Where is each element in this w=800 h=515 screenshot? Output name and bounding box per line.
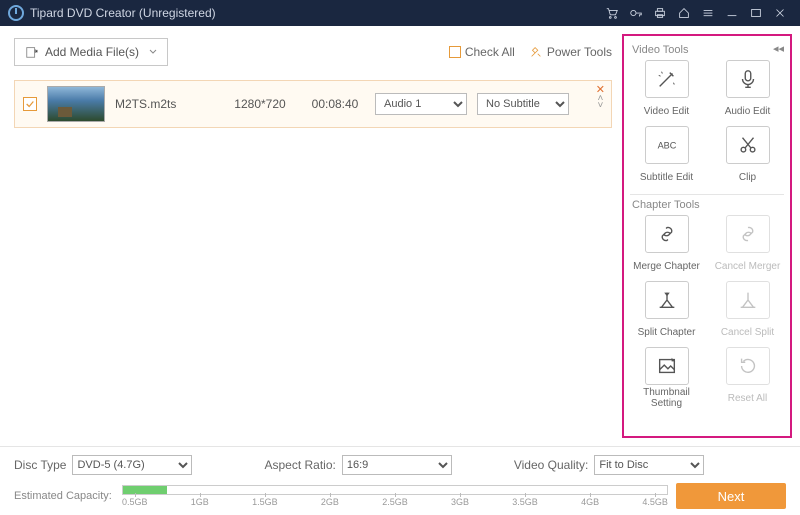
- reset-all-tool: Reset All: [711, 347, 784, 409]
- subtitle-edit-tool[interactable]: ABC Subtitle Edit: [630, 126, 703, 188]
- next-button-label: Next: [718, 489, 745, 504]
- main-area: Add Media File(s) Check All Power Tools …: [0, 26, 800, 446]
- menu-icon[interactable]: [701, 6, 715, 20]
- image-icon: [656, 355, 678, 377]
- file-duration: 00:08:40: [305, 97, 365, 111]
- audio-track-select[interactable]: Audio 1: [375, 93, 467, 115]
- add-media-button[interactable]: Add Media File(s): [14, 38, 168, 66]
- check-all-toggle[interactable]: Check All: [449, 45, 515, 59]
- cancel-split-tool: Cancel Split: [711, 281, 784, 343]
- cancel-merge-label: Cancel Merger: [715, 255, 781, 277]
- tools-panel: ◂◂ Video Tools Video Edit Audio Edit ABC…: [622, 34, 792, 438]
- cancel-merge-tool: Cancel Merger: [711, 215, 784, 277]
- scissors-icon: [737, 134, 759, 156]
- audio-edit-label: Audio Edit: [725, 100, 771, 122]
- tools-icon: [529, 45, 543, 59]
- bottom-bar: Disc Type DVD-5 (4.7G) Aspect Ratio: 16:…: [0, 446, 800, 515]
- split-icon: [656, 289, 678, 311]
- link-icon: [656, 223, 678, 245]
- maximize-icon[interactable]: [749, 6, 763, 20]
- file-name: M2TS.m2ts: [115, 97, 215, 111]
- next-button[interactable]: Next: [676, 483, 786, 509]
- abc-icon: ABC: [656, 134, 678, 156]
- print-icon[interactable]: [653, 6, 667, 20]
- toolbar-row: Add Media File(s) Check All Power Tools: [14, 38, 612, 66]
- home-icon[interactable]: [677, 6, 691, 20]
- video-quality-label: Video Quality:: [514, 458, 589, 472]
- add-file-icon: [25, 45, 39, 59]
- capacity-row: Estimated Capacity: 0.5GB1GB1.5GB2GB2.5G…: [14, 483, 786, 509]
- collapse-panel-icon[interactable]: ◂◂: [773, 42, 784, 55]
- cancel-split-label: Cancel Split: [721, 321, 774, 343]
- subtitle-select[interactable]: No Subtitle: [477, 93, 569, 115]
- thumbnail-setting-tool[interactable]: Thumbnail Setting: [630, 347, 703, 409]
- audio-edit-tool[interactable]: Audio Edit: [711, 60, 784, 122]
- video-edit-label: Video Edit: [644, 100, 689, 122]
- aspect-ratio-select[interactable]: 16:9: [342, 455, 452, 475]
- split-chapter-label: Split Chapter: [638, 321, 696, 343]
- chapter-tools-title: Chapter Tools: [632, 199, 784, 211]
- capacity-label: Estimated Capacity:: [14, 490, 114, 502]
- video-quality-select[interactable]: Fit to Disc: [594, 455, 704, 475]
- cancel-split-icon: [737, 289, 759, 311]
- chevron-down-icon: [149, 48, 157, 56]
- minimize-icon[interactable]: [725, 6, 739, 20]
- titlebar: Tipard DVD Creator (Unregistered): [0, 0, 800, 26]
- options-row: Disc Type DVD-5 (4.7G) Aspect Ratio: 16:…: [14, 455, 786, 475]
- unlink-icon: [737, 223, 759, 245]
- file-list-row[interactable]: M2TS.m2ts 1280*720 00:08:40 Audio 1 No S…: [14, 80, 612, 128]
- merge-chapter-tool[interactable]: Merge Chapter: [630, 215, 703, 277]
- content-pane: Add Media File(s) Check All Power Tools …: [0, 26, 622, 446]
- reset-icon: [737, 355, 759, 377]
- power-tools-label: Power Tools: [547, 45, 612, 59]
- capacity-bar: 0.5GB1GB1.5GB2GB2.5GB3GB3.5GB4GB4.5GB: [122, 483, 668, 509]
- subtitle-edit-label: Subtitle Edit: [640, 166, 693, 188]
- svg-text:ABC: ABC: [657, 141, 676, 151]
- video-thumbnail[interactable]: [47, 86, 105, 122]
- window-title: Tipard DVD Creator (Unregistered): [30, 6, 600, 20]
- power-tools-button[interactable]: Power Tools: [529, 45, 612, 59]
- cart-icon[interactable]: [605, 6, 619, 20]
- row-controls: ✕ ˄ ˅: [596, 85, 605, 109]
- video-tools-title: Video Tools: [632, 44, 784, 56]
- thumbnail-setting-label: Thumbnail Setting: [630, 387, 703, 409]
- disc-type-select[interactable]: DVD-5 (4.7G): [72, 455, 192, 475]
- microphone-icon: [737, 68, 759, 90]
- key-icon[interactable]: [629, 6, 643, 20]
- split-chapter-tool[interactable]: Split Chapter: [630, 281, 703, 343]
- app-logo-icon: [8, 5, 24, 21]
- clip-tool[interactable]: Clip: [711, 126, 784, 188]
- reset-all-label: Reset All: [728, 387, 767, 409]
- merge-chapter-label: Merge Chapter: [633, 255, 700, 277]
- wand-icon: [656, 68, 678, 90]
- check-all-label: Check All: [465, 45, 515, 59]
- file-resolution: 1280*720: [225, 97, 295, 111]
- move-down-icon[interactable]: ˅: [597, 102, 603, 109]
- video-edit-tool[interactable]: Video Edit: [630, 60, 703, 122]
- clip-label: Clip: [739, 166, 756, 188]
- check-all-checkbox: [449, 46, 461, 58]
- file-checkbox[interactable]: [23, 97, 37, 111]
- check-icon: [25, 99, 35, 109]
- aspect-ratio-label: Aspect Ratio:: [264, 458, 335, 472]
- add-media-label: Add Media File(s): [45, 45, 139, 59]
- disc-type-label: Disc Type: [14, 458, 66, 472]
- close-icon[interactable]: [773, 6, 787, 20]
